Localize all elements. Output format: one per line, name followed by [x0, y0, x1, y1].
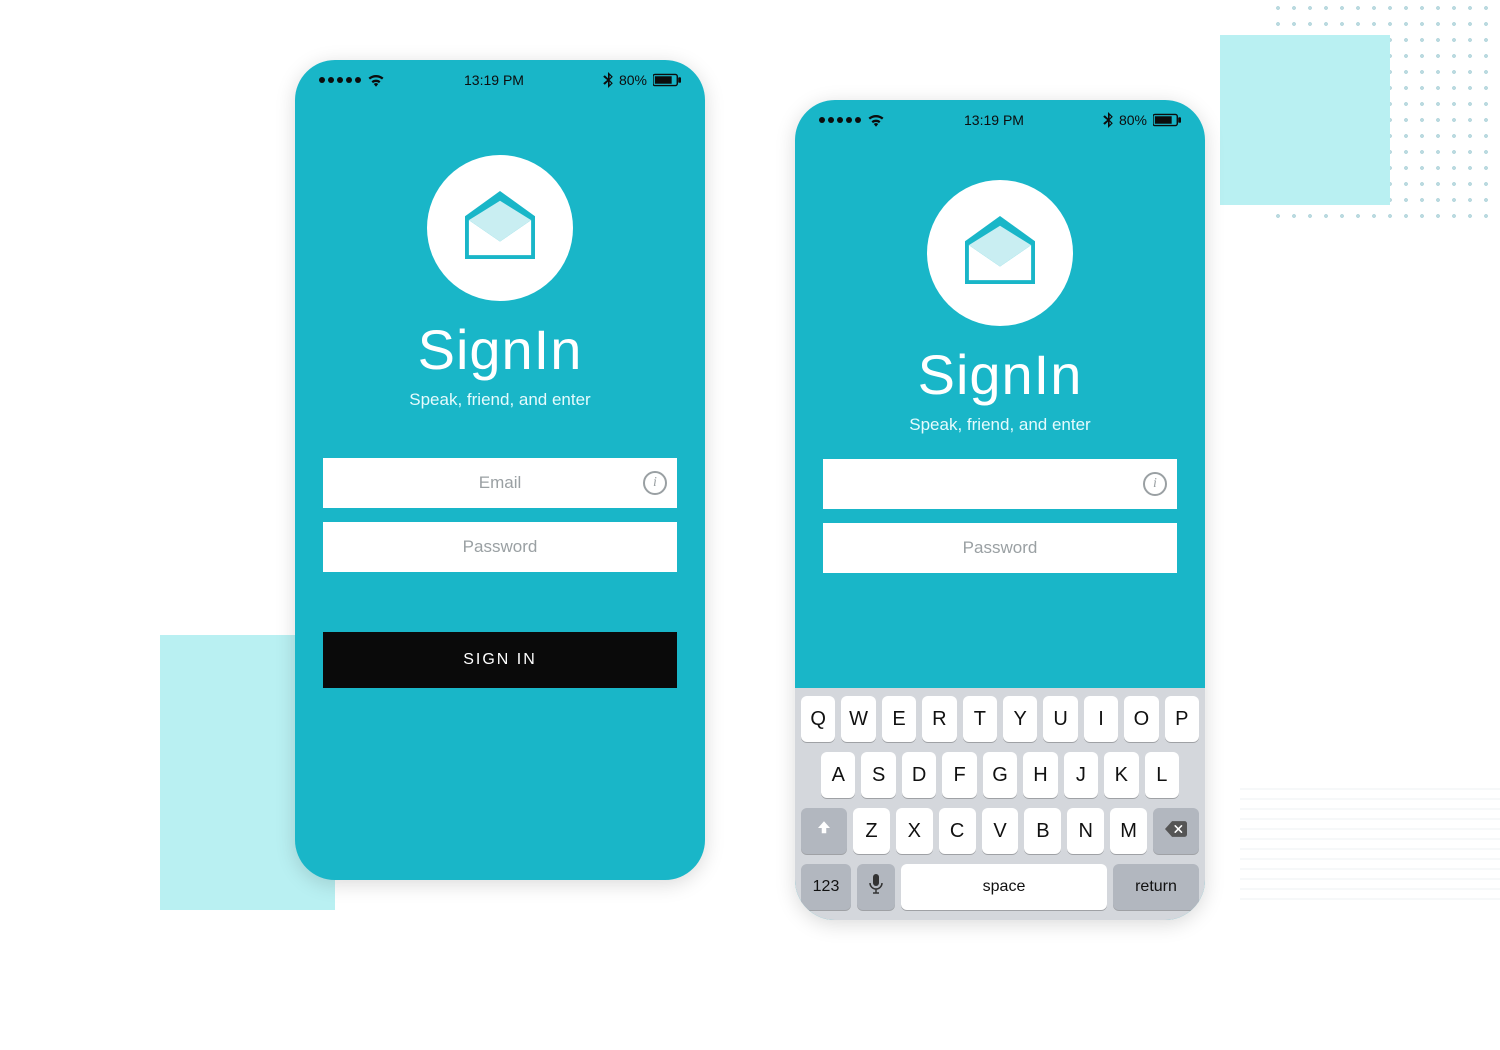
key-v[interactable]: V [982, 808, 1019, 854]
key-n[interactable]: N [1067, 808, 1104, 854]
signal-dots-icon [819, 117, 861, 123]
phone-signin-idle: 13:19 PM 80% [295, 60, 705, 880]
email-field[interactable] [323, 458, 677, 508]
password-field[interactable] [823, 523, 1177, 573]
keyboard-row-2: A S D F G H J K L [801, 752, 1199, 798]
key-e[interactable]: E [882, 696, 916, 742]
phone-signin-keyboard: 13:19 PM 80% [795, 100, 1205, 920]
bluetooth-icon [1103, 112, 1113, 128]
key-s[interactable]: S [861, 752, 895, 798]
key-y[interactable]: Y [1003, 696, 1037, 742]
battery-percent: 80% [619, 72, 647, 88]
key-dictation[interactable] [857, 864, 895, 910]
keyboard-row-1: Q W E R T Y U I O P [801, 696, 1199, 742]
email-field[interactable] [823, 459, 1177, 509]
status-bar: 13:19 PM 80% [795, 100, 1205, 140]
key-z[interactable]: Z [853, 808, 890, 854]
app-title: SignIn [418, 317, 583, 382]
key-return[interactable]: return [1113, 864, 1199, 910]
key-t[interactable]: T [963, 696, 997, 742]
key-shift[interactable] [801, 808, 847, 854]
key-m[interactable]: M [1110, 808, 1147, 854]
key-f[interactable]: F [942, 752, 976, 798]
key-j[interactable]: J [1064, 752, 1098, 798]
email-field-wrap: i [823, 459, 1177, 509]
info-icon[interactable]: i [1143, 472, 1167, 496]
battery-percent: 80% [1119, 112, 1147, 128]
keyboard-row-3: Z X C V B N M [801, 808, 1199, 854]
status-time: 13:19 PM [964, 112, 1024, 128]
key-r[interactable]: R [922, 696, 956, 742]
password-field[interactable] [323, 522, 677, 572]
app-title: SignIn [918, 342, 1083, 407]
microphone-icon [869, 874, 883, 900]
app-subtitle: Speak, friend, and enter [409, 390, 590, 410]
signin-button[interactable]: SIGN IN [323, 632, 677, 688]
key-c[interactable]: C [939, 808, 976, 854]
key-h[interactable]: H [1023, 752, 1057, 798]
key-p[interactable]: P [1165, 696, 1199, 742]
key-b[interactable]: B [1024, 808, 1061, 854]
key-x[interactable]: X [896, 808, 933, 854]
key-o[interactable]: O [1124, 696, 1158, 742]
app-subtitle: Speak, friend, and enter [909, 415, 1090, 435]
key-backspace[interactable] [1153, 808, 1199, 854]
key-a[interactable]: A [821, 752, 855, 798]
key-k[interactable]: K [1104, 752, 1138, 798]
key-l[interactable]: L [1145, 752, 1179, 798]
wifi-icon [867, 113, 885, 127]
status-bar: 13:19 PM 80% [295, 60, 705, 100]
open-envelope-icon [461, 191, 539, 266]
onscreen-keyboard: Q W E R T Y U I O P A S D F G H J K L [795, 688, 1205, 920]
status-time: 13:19 PM [464, 72, 524, 88]
key-g[interactable]: G [983, 752, 1017, 798]
key-w[interactable]: W [841, 696, 875, 742]
key-numbers[interactable]: 123 [801, 864, 851, 910]
wifi-icon [367, 73, 385, 87]
key-i[interactable]: I [1084, 696, 1118, 742]
key-q[interactable]: Q [801, 696, 835, 742]
bluetooth-icon [603, 72, 613, 88]
key-space[interactable]: space [901, 864, 1107, 910]
info-icon[interactable]: i [643, 471, 667, 495]
signal-dots-icon [319, 77, 361, 83]
backspace-icon [1165, 820, 1187, 843]
open-envelope-icon [961, 216, 1039, 291]
battery-icon [653, 73, 681, 87]
battery-icon [1153, 113, 1181, 127]
password-field-wrap [323, 522, 677, 572]
key-u[interactable]: U [1043, 696, 1077, 742]
app-logo [427, 155, 573, 301]
shift-arrow-icon [815, 819, 833, 843]
email-field-wrap: i [323, 458, 677, 508]
password-field-wrap [823, 523, 1177, 573]
key-d[interactable]: D [902, 752, 936, 798]
app-logo [927, 180, 1073, 326]
keyboard-row-4: 123 space return [801, 864, 1199, 910]
